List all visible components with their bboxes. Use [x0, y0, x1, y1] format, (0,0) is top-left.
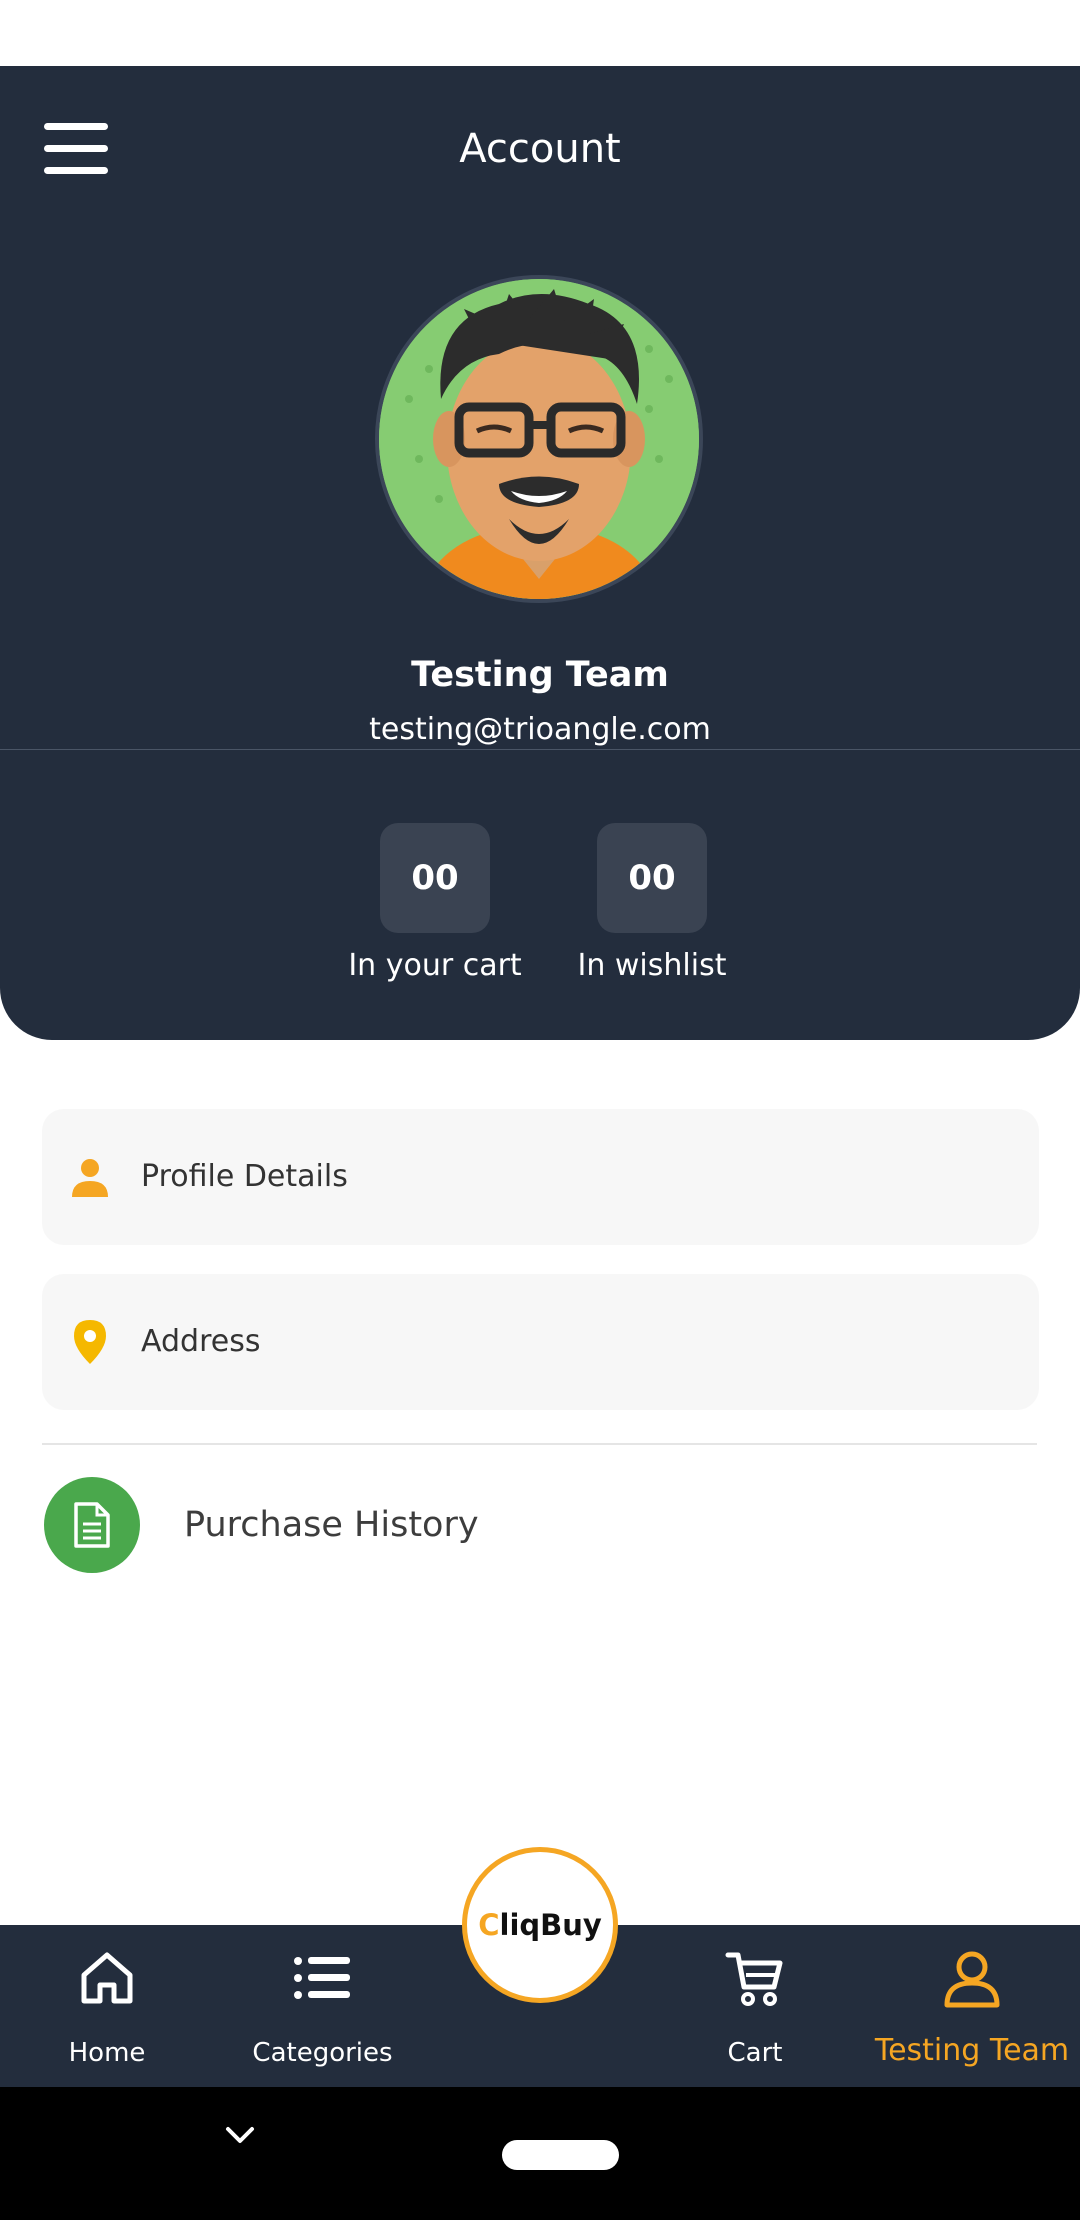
nav-cart[interactable]: Cart — [690, 1925, 820, 2087]
list-icon — [293, 1957, 350, 1999]
purchase-history-icon-circle — [44, 1477, 140, 1573]
person-outline-icon — [944, 1951, 1000, 2008]
person-icon — [72, 1159, 108, 1197]
location-pin-icon — [74, 1320, 106, 1364]
profile-name: Testing Team — [411, 655, 669, 695]
logo-c: C — [478, 1908, 500, 1942]
header-divider — [0, 749, 1080, 750]
address-label: Address — [141, 1324, 261, 1359]
wishlist-count-box[interactable]: 00 — [597, 823, 707, 933]
cart-icon — [725, 1952, 783, 2006]
nav-account-label: Testing Team — [874, 2033, 1070, 2068]
profile-email: testing@trioangle.com — [369, 712, 711, 747]
status-bar — [0, 0, 1080, 66]
cliqbuy-logo-button[interactable]: CliqBuy — [462, 1847, 618, 2003]
document-icon — [74, 1502, 110, 1548]
purchase-history-label: Purchase History — [184, 1505, 479, 1545]
avatar[interactable] — [375, 275, 703, 603]
system-home-pill[interactable] — [502, 2140, 619, 2170]
nav-categories-label: Categories — [252, 2038, 393, 2068]
profile-details-label: Profile Details — [141, 1159, 348, 1194]
logo-text: liqBuy — [499, 1908, 602, 1942]
chevron-down-icon[interactable] — [222, 2117, 258, 2153]
avatar-illustration — [379, 279, 699, 599]
page-title: Account — [459, 126, 621, 172]
address-item[interactable]: Address — [42, 1274, 1039, 1410]
nav-home-label: Home — [68, 2038, 146, 2068]
list-divider — [42, 1443, 1037, 1445]
cart-count-box[interactable]: 00 — [380, 823, 490, 933]
nav-categories[interactable]: Categories — [240, 1925, 405, 2087]
nav-cart-label: Cart — [727, 2038, 783, 2068]
nav-account[interactable]: Testing Team — [872, 1925, 1072, 2087]
purchase-history-item[interactable]: Purchase History — [42, 1476, 1039, 1576]
home-icon — [81, 1952, 133, 2004]
profile-details-item[interactable]: Profile Details — [42, 1109, 1039, 1245]
wishlist-count-label: In wishlist — [577, 948, 727, 983]
nav-home[interactable]: Home — [32, 1925, 182, 2087]
